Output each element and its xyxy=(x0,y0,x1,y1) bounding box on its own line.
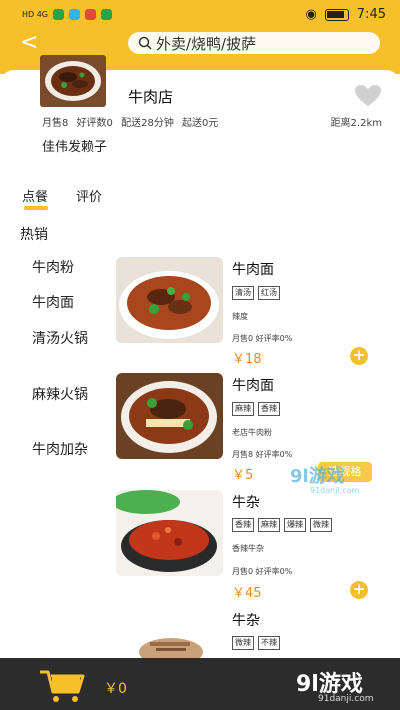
back-arrow-icon[interactable]: < xyxy=(20,32,38,54)
shop-meta: 月售8 好评数0 配送28分钟 起送0元 xyxy=(42,114,223,129)
search-icon xyxy=(138,36,152,50)
dish-tags: 香辣 麻辣 爆辣 微辣 xyxy=(232,518,332,532)
delivery-time: 配送28分钟 xyxy=(121,118,174,129)
dish-tag[interactable]: 不辣 xyxy=(258,636,280,650)
dish-tag[interactable]: 微辣 xyxy=(310,518,332,532)
dish-price: ￥18 xyxy=(232,352,262,367)
dish-image[interactable] xyxy=(116,373,223,459)
cart-total: ￥0 xyxy=(104,681,127,697)
clock: 7:45 xyxy=(356,7,386,22)
shop-name: 牛肉店 xyxy=(128,88,174,106)
battery-icon xyxy=(324,8,349,21)
section-title: 热销 xyxy=(20,227,48,243)
dish-tag[interactable]: 香辣 xyxy=(258,402,280,416)
dish-tag[interactable]: 香辣 xyxy=(232,518,254,532)
watermark-url: 91danji.com xyxy=(318,694,374,704)
dish-tags: 麻辣 香辣 xyxy=(232,402,280,416)
dish-stats: 月售0 好评率0% xyxy=(232,567,293,576)
watermark: 9l游戏 xyxy=(290,466,345,487)
category-item[interactable]: 牛肉面 xyxy=(32,293,92,313)
shop-distance: 距离2.2km xyxy=(330,118,382,129)
dish-image[interactable] xyxy=(116,612,223,658)
good-review-count: 好评数0 xyxy=(76,118,113,129)
dish-tag[interactable]: 麻辣 xyxy=(258,518,280,532)
add-to-cart-button[interactable]: + xyxy=(350,581,368,599)
dish-title: 牛杂 xyxy=(232,613,260,629)
search-input[interactable]: 外卖/烧鸭/披萨 xyxy=(128,32,380,54)
dish-desc: 辣度 xyxy=(232,312,248,321)
category-item[interactable]: 麻辣火锅 xyxy=(32,385,92,405)
monthly-sales: 月售8 xyxy=(42,118,69,129)
dish-tag[interactable]: 麻辣 xyxy=(232,402,254,416)
app-notification-icon xyxy=(53,9,65,20)
cart-icon[interactable] xyxy=(38,668,86,704)
add-to-cart-button[interactable]: + xyxy=(350,347,368,365)
app-notification-icon xyxy=(69,9,81,20)
dish-tag[interactable]: 红汤 xyxy=(258,286,280,300)
dish-price: ￥45 xyxy=(232,586,262,601)
dish-tag[interactable]: 爆辣 xyxy=(284,518,306,532)
cart-bar: ￥0 9l游戏 91danji.com xyxy=(0,658,400,710)
min-order: 起送0元 xyxy=(182,118,219,129)
dish-tags: 微辣 不辣 xyxy=(232,636,280,650)
dish-title: 牛杂 xyxy=(232,495,260,511)
app-notification-icon xyxy=(85,9,97,20)
tab-reviews[interactable]: 评价 xyxy=(76,186,102,205)
active-tab-indicator xyxy=(24,206,48,210)
eye-icon: ◉ xyxy=(305,7,317,22)
dish-desc: 老店牛肉粉 xyxy=(232,428,272,437)
dish-title: 牛肉面 xyxy=(232,262,274,278)
category-item[interactable]: 牛肉加杂 xyxy=(32,440,92,460)
search-placeholder: 外卖/烧鸭/披萨 xyxy=(156,34,257,53)
category-item[interactable]: 清汤火锅 xyxy=(32,329,92,349)
dish-stats: 月售8 好评率0% xyxy=(232,450,293,459)
dish-tag[interactable]: 清汤 xyxy=(232,286,254,300)
dish-price: ￥5 xyxy=(232,468,254,483)
dish-stats: 月售0 好评率0% xyxy=(232,334,293,343)
network-indicator: HD 4G xyxy=(22,10,49,19)
shop-notice: 佳伟发赖子 xyxy=(42,140,108,155)
dish-tags: 清汤 红汤 xyxy=(232,286,280,300)
favorite-heart-icon[interactable] xyxy=(354,84,382,108)
dish-image[interactable] xyxy=(116,257,223,343)
category-item[interactable]: 牛肉粉 xyxy=(32,258,92,278)
dish-title: 牛肉面 xyxy=(232,378,274,394)
dish-image[interactable] xyxy=(116,490,223,576)
shop-image xyxy=(40,55,106,107)
dish-desc: 香辣牛杂 xyxy=(232,544,264,553)
tab-order[interactable]: 点餐 xyxy=(22,186,48,205)
watermark-url: 91danji.com xyxy=(310,486,360,495)
dish-tag[interactable]: 微辣 xyxy=(232,636,254,650)
status-bar: HD 4G ◉ 7:45 xyxy=(0,0,400,30)
app-notification-icon xyxy=(101,9,113,20)
